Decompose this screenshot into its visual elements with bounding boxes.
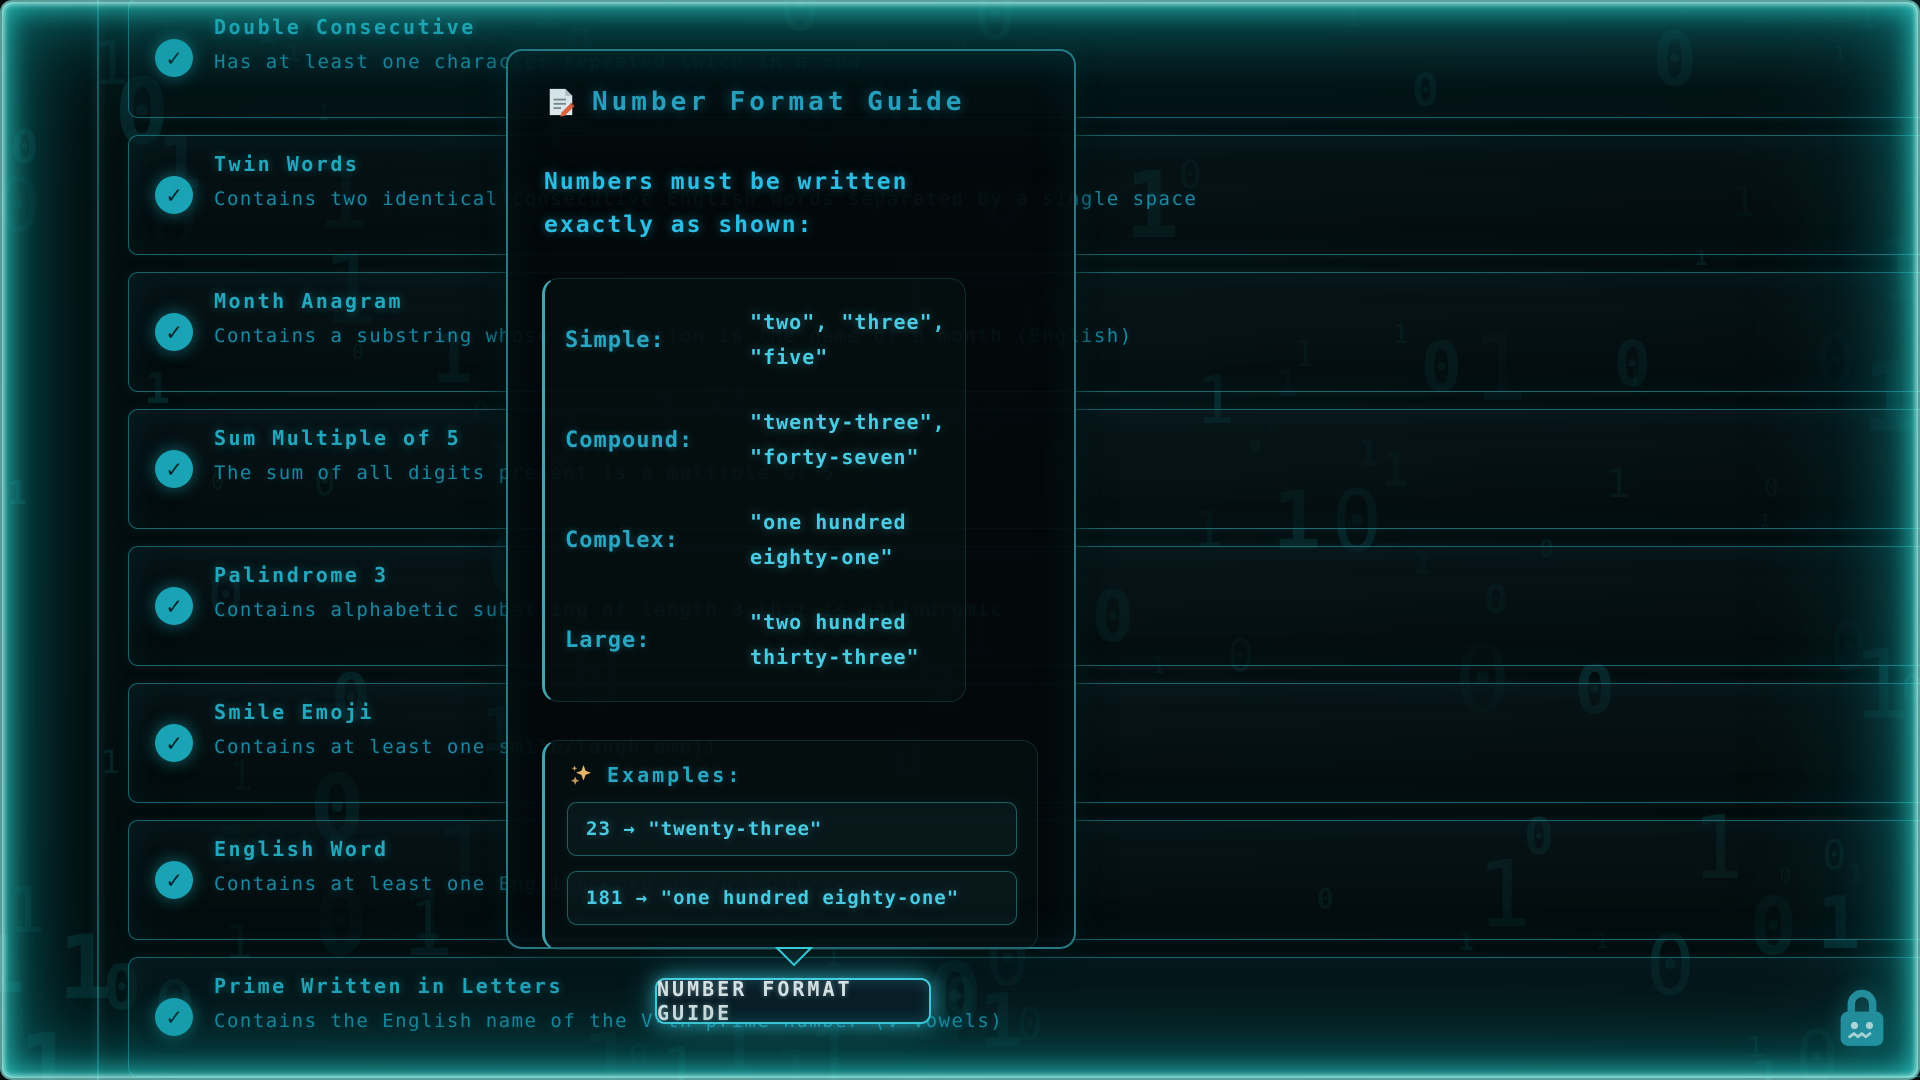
memo-icon <box>546 87 576 117</box>
format-value: "two", "three", "five" <box>750 305 951 375</box>
check-icon: ✓ <box>155 724 193 762</box>
check-icon: ✓ <box>155 587 193 625</box>
matrix-digit: 1 <box>101 746 120 778</box>
format-value: "twenty-three", "forty-seven" <box>750 405 951 475</box>
format-row-compound: Compound: "twenty-three", "forty-seven" <box>565 405 951 475</box>
check-icon: ✓ <box>155 313 193 351</box>
check-icon: ✓ <box>155 450 193 488</box>
format-row-complex: Complex: "one hundred eighty-one" <box>565 505 951 575</box>
format-value: "one hundred eighty-one" <box>750 505 951 575</box>
format-row-large: Large: "two hundred thirty-three" <box>565 605 951 675</box>
tooltip-title: Number Format Guide <box>592 87 965 117</box>
matrix-digit: 1 <box>58 924 111 1013</box>
format-label: Complex: <box>565 528 750 553</box>
example-item: 181 → "one hundred eighty-one" <box>567 871 1017 925</box>
left-edge-line <box>97 0 99 1080</box>
hacker-rules-screen: 1111100111110011001011101100100010101110… <box>0 0 1920 1080</box>
examples-section: Examples: 23 → "twenty-three" 181 → "one… <box>542 740 1038 950</box>
number-format-tooltip: Number Format Guide Numbers must be writ… <box>506 49 1076 949</box>
format-label: Simple: <box>565 328 750 353</box>
tooltip-arrow-icon <box>775 947 813 967</box>
matrix-digit: 1 <box>18 1022 75 1080</box>
format-row-simple: Simple: "two", "three", "five" <box>565 305 951 375</box>
rule-desc: Contains the English name of the V-th pr… <box>214 1010 1920 1032</box>
check-icon: ✓ <box>155 861 193 899</box>
format-label: Large: <box>565 628 750 653</box>
rule-title: Prime Written in Letters <box>214 974 1920 998</box>
examples-header: Examples: <box>569 763 1017 787</box>
rule-title: Double Consecutive <box>214 15 1920 39</box>
rule-card-prime-written-in-letters: ✓ Prime Written in Letters Contains the … <box>128 957 1920 1077</box>
format-value: "two hundred thirty-three" <box>750 605 951 675</box>
matrix-digit: 0 <box>0 168 41 243</box>
tooltip-heading: Numbers must be written exactly as shown… <box>544 161 1026 246</box>
sparkles-icon <box>569 763 593 787</box>
examples-label: Examples: <box>607 763 742 787</box>
matrix-digit: 1 <box>7 477 27 510</box>
check-icon: ✓ <box>155 998 193 1036</box>
format-table: Simple: "two", "three", "five" Compound:… <box>542 278 966 702</box>
tooltip-header: Number Format Guide <box>546 87 1040 117</box>
format-label: Compound: <box>565 428 750 453</box>
example-item: 23 → "twenty-three" <box>567 802 1017 856</box>
check-icon: ✓ <box>155 39 193 77</box>
lock-face-icon <box>1836 986 1888 1048</box>
number-format-guide-button[interactable]: NUMBER FORMAT GUIDE <box>655 978 931 1024</box>
matrix-digit: 1 <box>0 925 25 1005</box>
check-icon: ✓ <box>155 176 193 214</box>
